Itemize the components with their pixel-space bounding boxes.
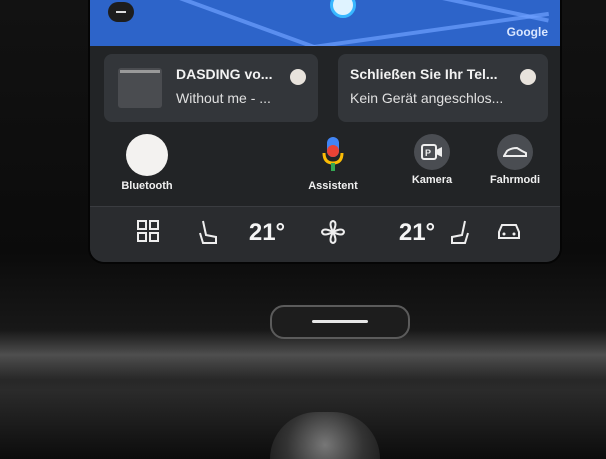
home-button[interactable]: [270, 305, 410, 339]
album-art: [118, 68, 162, 108]
location-pin-icon: [330, 0, 356, 18]
camera-label: Kamera: [411, 174, 453, 186]
left-temperature[interactable]: 21°: [242, 217, 292, 249]
car-climate-button[interactable]: [494, 217, 524, 247]
map-tile[interactable]: Google: [90, 0, 560, 46]
map-road: [411, 0, 549, 23]
assistant-label: Assistent: [308, 180, 358, 192]
left-seat-button[interactable]: [194, 217, 222, 249]
media-subtitle: Without me - ...: [176, 90, 271, 106]
app-grid-icon: [137, 220, 159, 242]
bluetooth-label: Bluetooth: [121, 180, 173, 192]
app-grid-button[interactable]: [134, 217, 162, 245]
seat-icon: [451, 220, 469, 244]
microphone-icon: [318, 134, 348, 176]
media-title: DASDING vo...: [176, 66, 273, 82]
climate-bar: 21° 21°: [90, 206, 560, 262]
map-road: [154, 0, 326, 46]
right-seat-button[interactable]: [446, 217, 474, 249]
seat-icon: [199, 220, 217, 244]
fan-button[interactable]: [318, 217, 348, 247]
parking-camera-icon: P: [414, 134, 450, 170]
phone-title: Schließen Sie Ihr Tel...: [350, 66, 498, 82]
assistant-button[interactable]: Assistent: [288, 134, 378, 192]
card-status-dot: [520, 69, 536, 85]
car-icon: [497, 134, 533, 170]
camera-button[interactable]: P Kamera: [387, 134, 477, 186]
right-temperature[interactable]: 21°: [392, 217, 442, 249]
card-status-dot: [290, 69, 306, 85]
drive-modes-button[interactable]: Fahrmodi: [470, 134, 560, 186]
fan-icon: [320, 219, 346, 245]
bluetooth-button[interactable]: Bluetooth: [102, 134, 192, 192]
map-attribution: Google: [506, 25, 548, 39]
car-front-icon: [498, 224, 520, 239]
infotainment-screen: Google DASDING vo... Without me - ... Sc…: [90, 0, 560, 262]
bluetooth-icon: [126, 134, 168, 176]
map-minimize-button[interactable]: [108, 2, 134, 22]
drive-modes-label: Fahrmodi: [489, 174, 541, 186]
media-card[interactable]: DASDING vo... Without me - ...: [104, 54, 318, 122]
phone-subtitle: Kein Gerät angeschlos...: [350, 90, 504, 106]
svg-text:P: P: [425, 148, 431, 158]
phone-card[interactable]: Schließen Sie Ihr Tel... Kein Gerät ange…: [338, 54, 548, 122]
